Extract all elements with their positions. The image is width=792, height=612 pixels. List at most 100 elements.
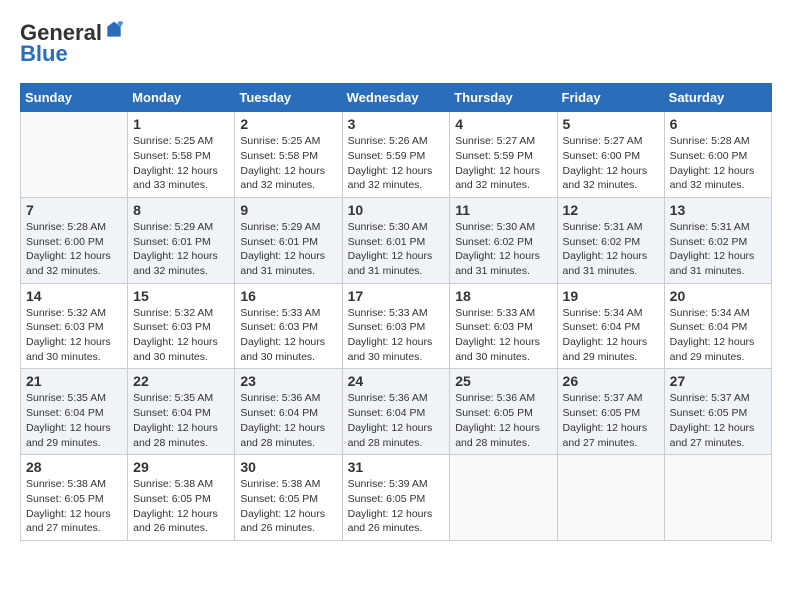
logo: General Blue	[20, 20, 124, 67]
day-info: Sunrise: 5:35 AM Sunset: 6:04 PM Dayligh…	[26, 391, 122, 450]
day-of-week-monday: Monday	[128, 84, 235, 112]
day-number: 1	[133, 116, 229, 132]
day-info: Sunrise: 5:33 AM Sunset: 6:03 PM Dayligh…	[348, 306, 445, 365]
day-number: 5	[563, 116, 659, 132]
day-number: 3	[348, 116, 445, 132]
day-number: 10	[348, 202, 445, 218]
day-info: Sunrise: 5:29 AM Sunset: 6:01 PM Dayligh…	[240, 220, 336, 279]
calendar-week-row: 7 Sunrise: 5:28 AM Sunset: 6:00 PM Daylig…	[21, 197, 772, 283]
calendar-header-row: SundayMondayTuesdayWednesdayThursdayFrid…	[21, 84, 772, 112]
calendar-cell: 1Sunrise: 5:25 AM Sunset: 5:58 PM Daylig…	[128, 112, 235, 198]
calendar-cell: 27 Sunrise: 5:37 AM Sunset: 6:05 PM Dayli…	[664, 369, 771, 455]
calendar-cell: 20 Sunrise: 5:34 AM Sunset: 6:04 PM Dayli…	[664, 283, 771, 369]
calendar-cell: 21Sunrise: 5:35 AM Sunset: 6:04 PM Dayli…	[21, 369, 128, 455]
day-number: 8	[133, 202, 229, 218]
calendar-cell: 3 Sunrise: 5:26 AM Sunset: 5:59 PM Daylig…	[342, 112, 450, 198]
day-info: Sunrise: 5:38 AM Sunset: 6:05 PM Dayligh…	[240, 477, 336, 536]
day-number: 30	[240, 459, 336, 475]
day-info: Sunrise: 5:37 AM Sunset: 6:05 PM Dayligh…	[670, 391, 766, 450]
day-of-week-thursday: Thursday	[450, 84, 557, 112]
calendar-cell: 5 Sunrise: 5:27 AM Sunset: 6:00 PM Daylig…	[557, 112, 664, 198]
calendar-week-row: 28Sunrise: 5:38 AM Sunset: 6:05 PM Dayli…	[21, 455, 772, 541]
calendar-cell: 23 Sunrise: 5:36 AM Sunset: 6:04 PM Dayli…	[235, 369, 342, 455]
day-info: Sunrise: 5:28 AM Sunset: 6:00 PM Dayligh…	[26, 220, 122, 279]
day-info: Sunrise: 5:29 AM Sunset: 6:01 PM Dayligh…	[133, 220, 229, 279]
day-number: 11	[455, 202, 551, 218]
day-number: 12	[563, 202, 659, 218]
calendar-cell	[557, 455, 664, 541]
day-number: 25	[455, 373, 551, 389]
calendar-cell: 12 Sunrise: 5:31 AM Sunset: 6:02 PM Dayli…	[557, 197, 664, 283]
day-info: Sunrise: 5:27 AM Sunset: 5:59 PM Dayligh…	[455, 134, 551, 193]
day-number: 16	[240, 288, 336, 304]
day-info: Sunrise: 5:31 AM Sunset: 6:02 PM Dayligh…	[670, 220, 766, 279]
calendar-cell	[21, 112, 128, 198]
calendar-cell: 6 Sunrise: 5:28 AM Sunset: 6:00 PM Daylig…	[664, 112, 771, 198]
day-info: Sunrise: 5:39 AM Sunset: 6:05 PM Dayligh…	[348, 477, 445, 536]
calendar-cell: 30 Sunrise: 5:38 AM Sunset: 6:05 PM Dayli…	[235, 455, 342, 541]
day-info: Sunrise: 5:35 AM Sunset: 6:04 PM Dayligh…	[133, 391, 229, 450]
calendar-cell: 16 Sunrise: 5:33 AM Sunset: 6:03 PM Dayli…	[235, 283, 342, 369]
day-info: Sunrise: 5:34 AM Sunset: 6:04 PM Dayligh…	[563, 306, 659, 365]
calendar-cell: 19 Sunrise: 5:34 AM Sunset: 6:04 PM Dayli…	[557, 283, 664, 369]
calendar-cell: 25 Sunrise: 5:36 AM Sunset: 6:05 PM Dayli…	[450, 369, 557, 455]
day-number: 19	[563, 288, 659, 304]
day-number: 26	[563, 373, 659, 389]
day-info: Sunrise: 5:26 AM Sunset: 5:59 PM Dayligh…	[348, 134, 445, 193]
day-number: 15	[133, 288, 229, 304]
calendar-week-row: 21Sunrise: 5:35 AM Sunset: 6:04 PM Dayli…	[21, 369, 772, 455]
day-number: 13	[670, 202, 766, 218]
day-info: Sunrise: 5:32 AM Sunset: 6:03 PM Dayligh…	[26, 306, 122, 365]
day-number: 4	[455, 116, 551, 132]
day-number: 22	[133, 373, 229, 389]
day-info: Sunrise: 5:36 AM Sunset: 6:04 PM Dayligh…	[348, 391, 445, 450]
day-info: Sunrise: 5:32 AM Sunset: 6:03 PM Dayligh…	[133, 306, 229, 365]
day-number: 20	[670, 288, 766, 304]
calendar-week-row: 1 Sunrise: 5:25 AM Sunset: 5:58 PM Daylig…	[21, 112, 772, 198]
calendar-cell: 4 Sunrise: 5:27 AM Sunset: 5:59 PM Daylig…	[450, 112, 557, 198]
day-number: 29	[133, 459, 229, 475]
day-number: 6	[670, 116, 766, 132]
day-number: 24	[348, 373, 445, 389]
calendar-cell	[450, 455, 557, 541]
day-info: Sunrise: 5:27 AM Sunset: 6:00 PM Dayligh…	[563, 134, 659, 193]
calendar-cell: 9 Sunrise: 5:29 AM Sunset: 6:01 PM Daylig…	[235, 197, 342, 283]
day-info: Sunrise: 5:34 AM Sunset: 6:04 PM Dayligh…	[670, 306, 766, 365]
day-info: Sunrise: 5:33 AM Sunset: 6:03 PM Dayligh…	[240, 306, 336, 365]
day-info: Sunrise: 5:31 AM Sunset: 6:02 PM Dayligh…	[563, 220, 659, 279]
day-of-week-sunday: Sunday	[21, 84, 128, 112]
calendar-cell: 24 Sunrise: 5:36 AM Sunset: 6:04 PM Dayli…	[342, 369, 450, 455]
calendar-cell: 10 Sunrise: 5:30 AM Sunset: 6:01 PM Dayli…	[342, 197, 450, 283]
calendar-cell	[664, 455, 771, 541]
day-info: Sunrise: 5:30 AM Sunset: 6:02 PM Dayligh…	[455, 220, 551, 279]
day-of-week-saturday: Saturday	[664, 84, 771, 112]
day-number: 7	[26, 202, 122, 218]
calendar-cell: 29 Sunrise: 5:38 AM Sunset: 6:05 PM Dayli…	[128, 455, 235, 541]
day-info: Sunrise: 5:28 AM Sunset: 6:00 PM Dayligh…	[670, 134, 766, 193]
day-info: Sunrise: 5:38 AM Sunset: 6:05 PM Dayligh…	[133, 477, 229, 536]
day-number: 17	[348, 288, 445, 304]
day-info: Sunrise: 5:37 AM Sunset: 6:05 PM Dayligh…	[563, 391, 659, 450]
day-number: 9	[240, 202, 336, 218]
day-info: Sunrise: 5:25 AM Sunset: 5:58 PM Dayligh…	[240, 134, 336, 193]
day-of-week-friday: Friday	[557, 84, 664, 112]
day-info: Sunrise: 5:36 AM Sunset: 6:05 PM Dayligh…	[455, 391, 551, 450]
day-number: 14	[26, 288, 122, 304]
day-number: 27	[670, 373, 766, 389]
day-info: Sunrise: 5:30 AM Sunset: 6:01 PM Dayligh…	[348, 220, 445, 279]
calendar-cell: 13 Sunrise: 5:31 AM Sunset: 6:02 PM Dayli…	[664, 197, 771, 283]
page-header: General Blue	[20, 20, 772, 67]
calendar-week-row: 14 Sunrise: 5:32 AM Sunset: 6:03 PM Dayli…	[21, 283, 772, 369]
day-of-week-wednesday: Wednesday	[342, 84, 450, 112]
calendar-cell: 14 Sunrise: 5:32 AM Sunset: 6:03 PM Dayli…	[21, 283, 128, 369]
calendar-cell: 15 Sunrise: 5:32 AM Sunset: 6:03 PM Dayli…	[128, 283, 235, 369]
day-info: Sunrise: 5:36 AM Sunset: 6:04 PM Dayligh…	[240, 391, 336, 450]
day-number: 23	[240, 373, 336, 389]
day-number: 2	[240, 116, 336, 132]
calendar-cell: 31 Sunrise: 5:39 AM Sunset: 6:05 PM Dayli…	[342, 455, 450, 541]
day-info: Sunrise: 5:38 AM Sunset: 6:05 PM Dayligh…	[26, 477, 122, 536]
day-number: 31	[348, 459, 445, 475]
day-number: 18	[455, 288, 551, 304]
calendar-cell: 26 Sunrise: 5:37 AM Sunset: 6:05 PM Dayli…	[557, 369, 664, 455]
calendar-table: SundayMondayTuesdayWednesdayThursdayFrid…	[20, 83, 772, 541]
